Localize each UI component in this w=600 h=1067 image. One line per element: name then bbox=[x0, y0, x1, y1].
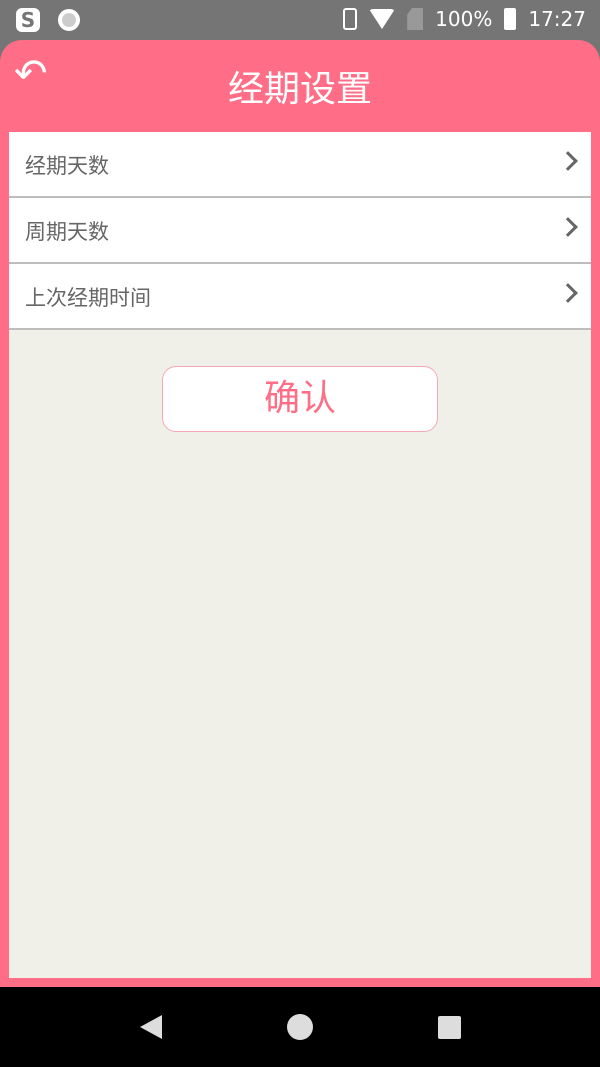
chevron-right-icon bbox=[558, 151, 578, 171]
wifi-off-icon bbox=[369, 9, 396, 29]
status-bar: S 100% 17:27 bbox=[0, 0, 600, 40]
settings-item-label: 周期天数 bbox=[25, 220, 109, 244]
settings-item-label: 经期天数 bbox=[25, 154, 109, 178]
recents-nav-icon[interactable] bbox=[438, 1016, 461, 1039]
settings-item-cycle-days[interactable]: 周期天数 bbox=[9, 198, 591, 264]
home-nav-icon[interactable] bbox=[287, 1014, 313, 1040]
clock: 17:27 bbox=[528, 7, 586, 31]
chevron-right-icon bbox=[558, 283, 578, 303]
settings-item-label: 上次经期时间 bbox=[25, 286, 151, 310]
no-sim-icon bbox=[407, 8, 424, 30]
chevron-right-icon bbox=[558, 217, 578, 237]
navigation-bar bbox=[0, 987, 600, 1067]
settings-panel: 经期天数 周期天数 上次经期时间 确认 bbox=[9, 132, 591, 978]
record-icon bbox=[58, 9, 80, 31]
back-nav-icon[interactable] bbox=[140, 1015, 162, 1039]
settings-item-last-period-date[interactable]: 上次经期时间 bbox=[9, 264, 591, 330]
page-title: 经期设置 bbox=[227, 69, 372, 110]
vibrate-icon bbox=[343, 8, 358, 30]
settings-item-period-days[interactable]: 经期天数 bbox=[9, 132, 591, 198]
app-screen: ↶ 经期设置 经期天数 周期天数 上次经期时间 确认 bbox=[0, 40, 600, 987]
confirm-button[interactable]: 确认 bbox=[162, 366, 438, 432]
battery-level: 100% bbox=[435, 7, 493, 31]
sogou-icon: S bbox=[16, 8, 40, 32]
battery-charging-icon bbox=[504, 8, 517, 30]
